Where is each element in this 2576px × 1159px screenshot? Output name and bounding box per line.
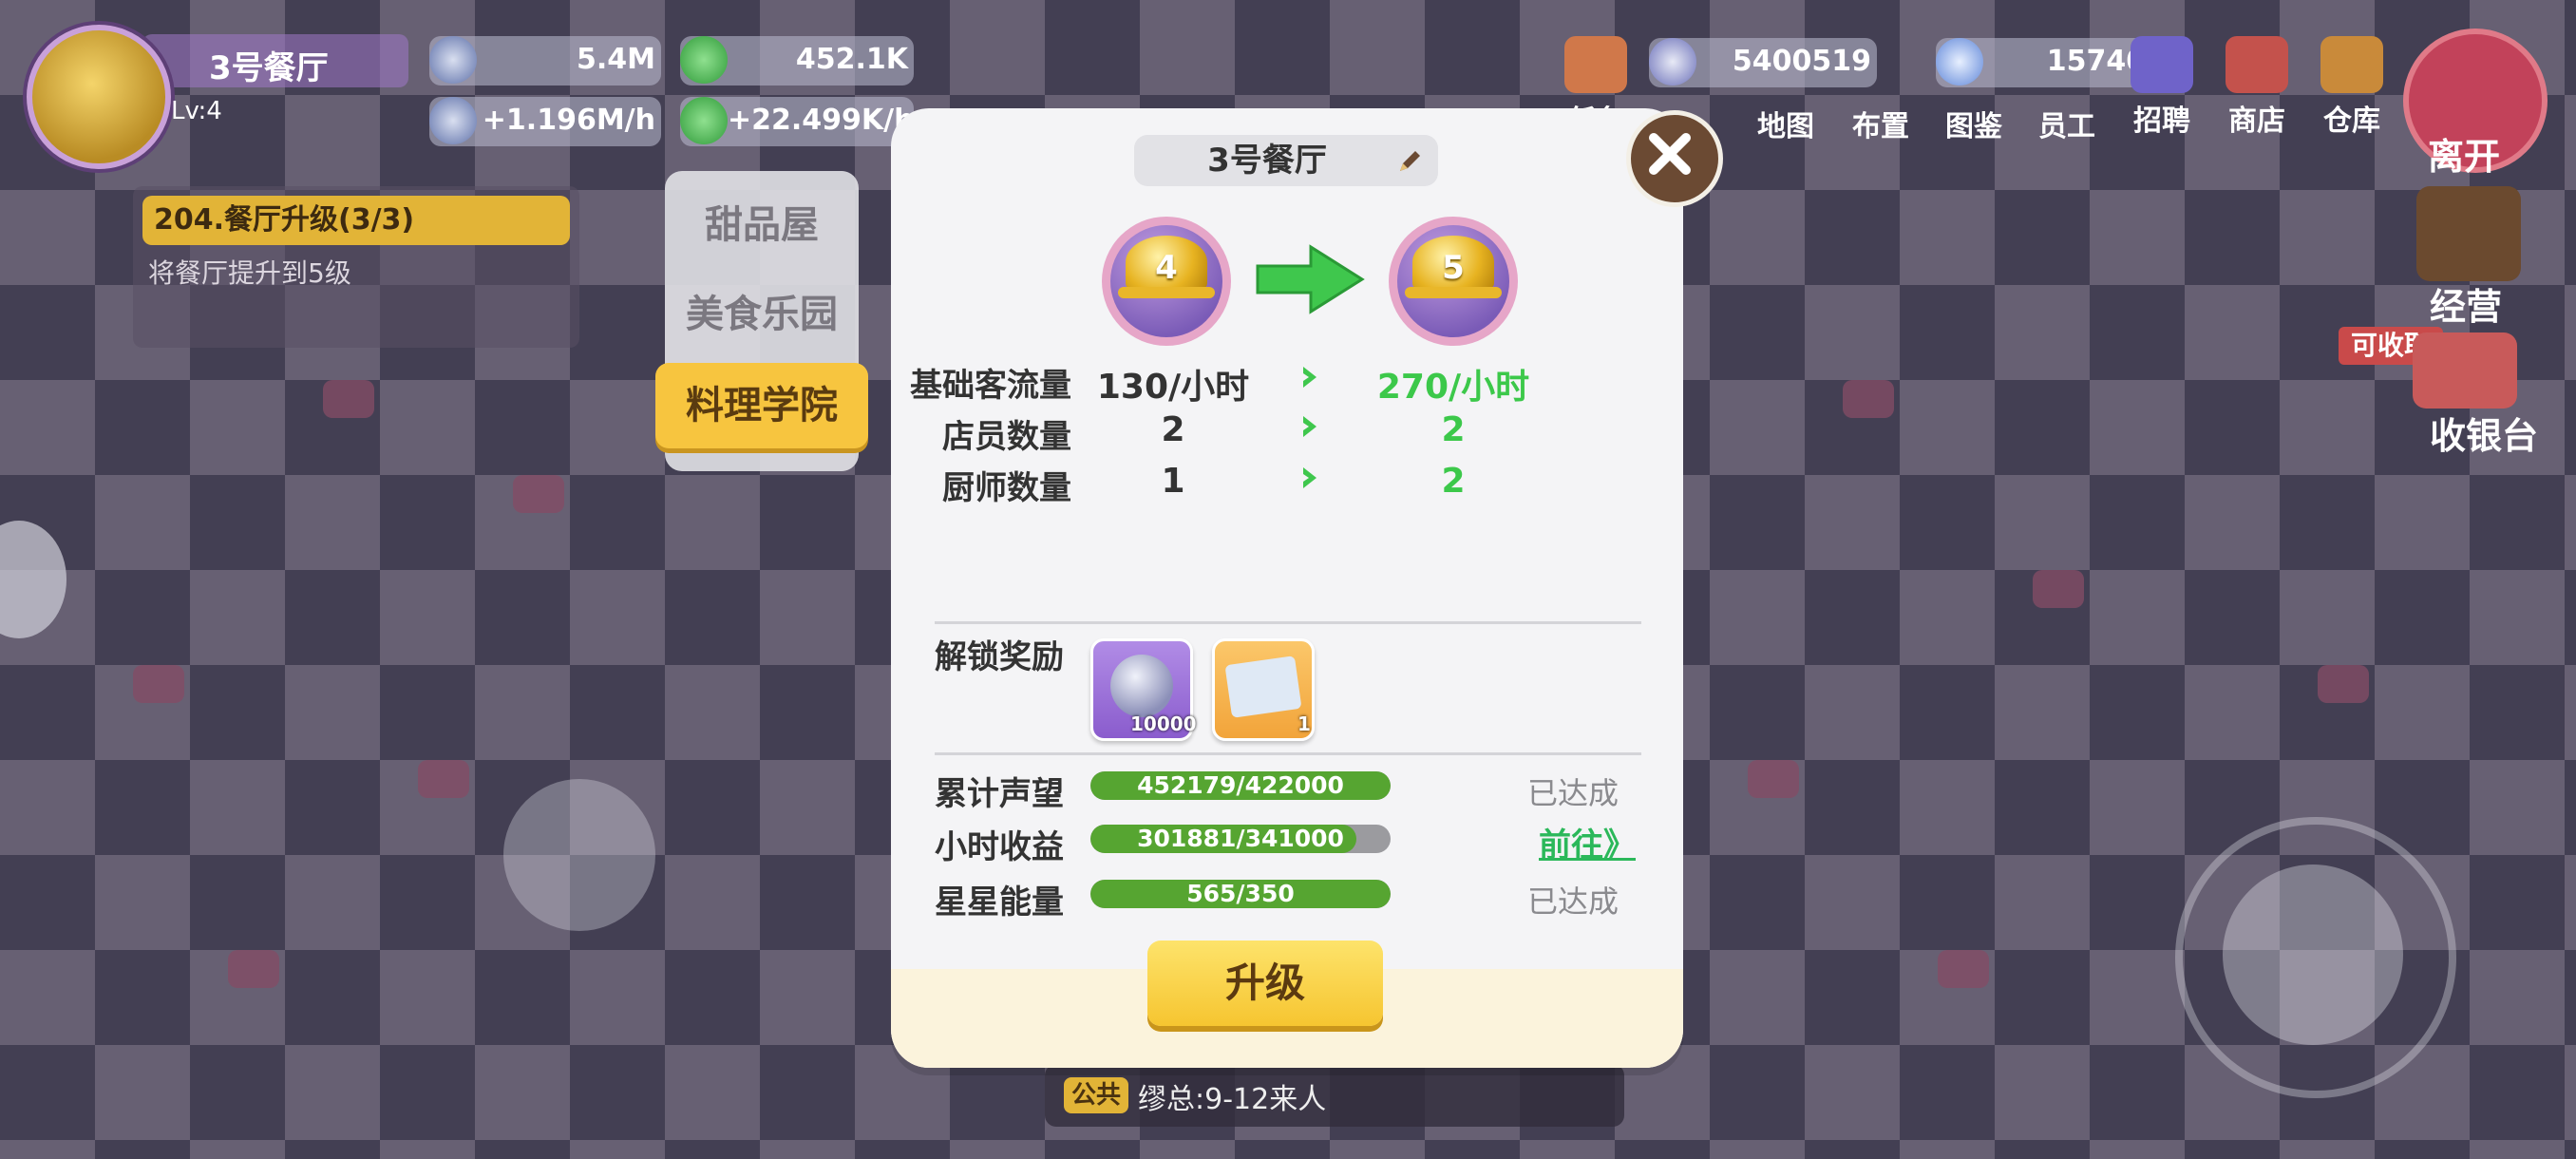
arrow-right-icon [1303,367,1316,388]
divider [935,752,1641,755]
divider [935,621,1641,624]
hand-icon[interactable] [2223,864,2403,1045]
req-label-star: 星星能量 [935,884,1064,922]
warehouse-icon [2320,36,2383,93]
stat-new-clerks: 2 [1441,410,1466,449]
stat-old-clerks: 2 [1161,410,1185,449]
coin-rate: +1.196M/h [482,104,655,137]
task-icon [1564,36,1627,93]
move-pad[interactable] [503,779,655,931]
likes-rate: +22.499K/h [728,104,915,137]
gem-currency-icon [1936,38,1983,86]
reputation-status: 已达成 [1527,775,1619,811]
level-to: 5 [1442,249,1465,287]
star-status: 已达成 [1527,884,1619,920]
menu-collection-label: 图鉴 [1945,110,2002,143]
chat-channel-badge: 公共 [1064,1077,1128,1113]
close-button[interactable] [1626,110,1723,207]
bell-base [1405,287,1502,298]
level-from: 4 [1155,249,1178,287]
menu-staff-label: 员工 [2038,110,2095,143]
card-reward-icon [1224,656,1302,718]
star-progress-bar: 565/350 [1090,880,1391,908]
likes-amount: 452.1K [795,43,908,76]
restaurant-avatar[interactable] [27,25,171,169]
arrow-right-icon [1303,467,1316,488]
chat-message: 缪总:9-12来人 [1138,1083,1327,1116]
stat-label-clerks: 店员数量 [942,418,1071,456]
menu-decorate-label: 布置 [1852,110,1909,143]
cashier-icon[interactable] [2413,332,2517,408]
tab-dessert-house[interactable]: 甜品屋 [655,182,868,268]
stat-old-chefs: 1 [1161,462,1185,501]
req-label-hourly: 小时收益 [935,828,1064,866]
req-label-reputation: 累计声望 [935,775,1064,813]
stat-label-chefs: 厨师数量 [942,469,1071,507]
bell-reward-icon [1110,655,1173,717]
menu-shop-label: 商店 [2228,104,2285,138]
quest-title[interactable]: 204.餐厅升级(3/3) [142,196,570,245]
menu-warehouse-label: 仓库 [2323,104,2380,138]
menu-map-label: 地图 [1757,110,1814,143]
star-progress-text: 565/350 [1186,880,1295,907]
likes-rate-icon [680,97,728,144]
dialog-title: 3号餐厅 [1207,142,1327,180]
arrow-right-icon [1303,416,1316,437]
reward-label: 解锁奖励 [935,638,1064,676]
bell-base [1118,287,1215,298]
edit-pencil-icon[interactable] [1396,146,1425,175]
stat-label-traffic: 基础客流量 [910,367,1071,405]
reputation-progress-bar: 452179/422000 [1090,771,1391,800]
stat-new-traffic: 270/小时 [1376,368,1530,407]
hourly-progress-text: 301881/341000 [1137,825,1344,852]
menu-warehouse[interactable]: 仓库 [2312,36,2392,139]
bell-currency-icon [1649,38,1696,86]
reputation-progress-text: 452179/422000 [1137,771,1344,799]
go-to-link[interactable]: 前往》 [1539,819,1636,865]
menu-shop[interactable]: 商店 [2217,36,2297,139]
leave-label: 离开 [2428,136,2501,178]
bell-reward-qty: 10000 [1130,712,1197,735]
menu-decorate[interactable]: 布置 [1841,99,1921,144]
chat-bar[interactable] [1045,1064,1624,1127]
upgrade-button[interactable]: 升级 [1147,940,1383,1026]
menu-collection[interactable]: 图鉴 [1934,99,2014,144]
coin-icon [429,36,477,84]
hud-level: Lv:4 [171,97,222,125]
hud-restaurant-name: 3号餐厅 [209,49,329,87]
tab-food-park[interactable]: 美食乐园 [655,272,868,357]
stat-new-chefs: 2 [1441,462,1466,501]
manage-icon[interactable] [2416,186,2521,281]
card-reward-qty: 1 [1297,712,1311,735]
coin-amount: 5.4M [577,43,655,76]
bell-currency-amount: 5400519 [1732,45,1871,78]
cashier-label: 收银台 [2430,415,2539,457]
recruit-icon [2131,36,2193,93]
menu-recruit-label: 招聘 [2133,104,2190,138]
coin-rate-icon [429,97,477,144]
thumbs-up-icon [680,36,728,84]
menu-staff[interactable]: 员工 [2027,99,2107,144]
menu-recruit[interactable]: 招聘 [2122,36,2202,139]
shop-icon [2226,36,2288,93]
manage-label: 经营 [2430,286,2503,328]
quest-description: 将餐厅提升到5级 [148,257,351,289]
tab-cooking-academy[interactable]: 料理学院 [655,363,868,448]
close-icon [1649,133,1691,175]
stat-old-traffic: 130/小时 [1096,368,1250,407]
hourly-progress-bar: 301881/341000 [1090,825,1391,853]
level-arrow-icon [1256,244,1365,314]
menu-map[interactable]: 地图 [1746,99,1826,144]
